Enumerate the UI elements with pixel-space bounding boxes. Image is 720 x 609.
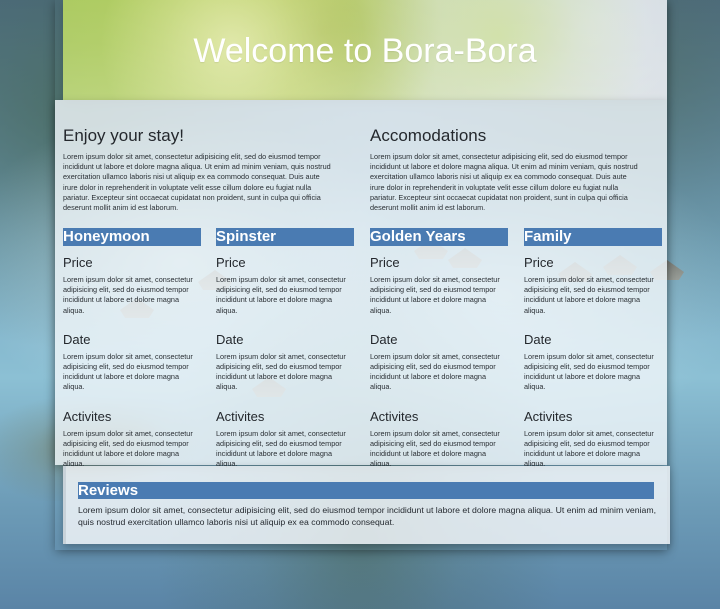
price-heading: Price — [63, 255, 93, 270]
reviews-title: Reviews — [78, 482, 654, 499]
date-heading: Date — [216, 331, 244, 347]
package-title: Honeymoon — [63, 228, 201, 246]
activities-section: Activites Lorem ipsum dolor sit amet, co… — [63, 409, 201, 470]
accommodations-section: Accomodations Lorem ipsum dolor sit amet… — [370, 126, 640, 213]
package-family: Family Price Lorem ipsum dolor sit amet,… — [524, 228, 662, 469]
date-heading: Date — [524, 331, 552, 347]
date-section: Date Lorem ipsum dolor sit amet, consect… — [63, 332, 201, 393]
activities-heading: Activites — [216, 408, 265, 424]
date-text: Lorem ipsum dolor sit amet, consectetur … — [216, 351, 346, 392]
package-title: Family — [524, 228, 662, 246]
date-text: Lorem ipsum dolor sit amet, consectetur … — [63, 351, 193, 392]
activities-text: Lorem ipsum dolor sit amet, consectetur … — [370, 428, 500, 469]
package-golden-years: Golden Years Price Lorem ipsum dolor sit… — [370, 228, 508, 469]
package-title: Spinster — [216, 228, 354, 246]
activities-text: Lorem ipsum dolor sit amet, consectetur … — [216, 428, 346, 469]
date-section: Date Lorem ipsum dolor sit amet, consect… — [370, 332, 508, 393]
activities-section: Activites Lorem ipsum dolor sit amet, co… — [216, 409, 354, 470]
price-text: Lorem ipsum dolor sit amet, consectetur … — [370, 275, 500, 315]
activities-text: Lorem ipsum dolor sit amet, consectetur … — [524, 428, 654, 469]
enjoy-heading: Enjoy your stay! — [63, 126, 184, 145]
page-container: Welcome to Bora-Bora Enjoy your stay! Lo… — [55, 0, 670, 550]
price-section: Price Lorem ipsum dolor sit amet, consec… — [524, 255, 662, 316]
package-honeymoon: Honeymoon Price Lorem ipsum dolor sit am… — [63, 228, 201, 469]
price-heading: Price — [216, 255, 246, 270]
package-title: Golden Years — [370, 228, 508, 246]
accommodations-heading: Accomodations — [370, 126, 487, 145]
activities-section: Activites Lorem ipsum dolor sit amet, co… — [524, 409, 662, 470]
date-text: Lorem ipsum dolor sit amet, consectetur … — [524, 351, 654, 392]
page-title: Welcome to Bora-Bora — [193, 32, 537, 70]
date-section: Date Lorem ipsum dolor sit amet, consect… — [216, 332, 354, 393]
price-section: Price Lorem ipsum dolor sit amet, consec… — [216, 255, 354, 316]
hero-banner: Welcome to Bora-Bora — [63, 0, 667, 100]
date-heading: Date — [370, 331, 398, 347]
accommodations-text: Lorem ipsum dolor sit amet, consectetur … — [370, 152, 638, 213]
price-section: Price Lorem ipsum dolor sit amet, consec… — [63, 255, 201, 316]
price-heading: Price — [524, 255, 554, 270]
price-text: Lorem ipsum dolor sit amet, consectetur … — [524, 275, 654, 315]
reviews-text: Lorem ipsum dolor sit amet, consectetur … — [78, 505, 657, 527]
enjoy-text: Lorem ipsum dolor sit amet, consectetur … — [63, 152, 331, 213]
activities-heading: Activites — [524, 408, 573, 424]
activities-heading: Activites — [370, 408, 419, 424]
reviews-panel: Reviews Lorem ipsum dolor sit amet, cons… — [63, 466, 670, 544]
activities-section: Activites Lorem ipsum dolor sit amet, co… — [370, 409, 508, 470]
main-content-panel: Enjoy your stay! Lorem ipsum dolor sit a… — [55, 100, 667, 468]
price-section: Price Lorem ipsum dolor sit amet, consec… — [370, 255, 508, 316]
activities-heading: Activites — [63, 408, 112, 424]
price-heading: Price — [370, 255, 400, 270]
activities-text: Lorem ipsum dolor sit amet, consectetur … — [63, 428, 193, 469]
date-section: Date Lorem ipsum dolor sit amet, consect… — [524, 332, 662, 393]
price-text: Lorem ipsum dolor sit amet, consectetur … — [63, 275, 193, 315]
date-text: Lorem ipsum dolor sit amet, consectetur … — [370, 351, 500, 392]
date-heading: Date — [63, 331, 91, 347]
price-text: Lorem ipsum dolor sit amet, consectetur … — [216, 275, 346, 315]
package-spinster: Spinster Price Lorem ipsum dolor sit ame… — [216, 228, 354, 469]
enjoy-section: Enjoy your stay! Lorem ipsum dolor sit a… — [63, 126, 333, 213]
